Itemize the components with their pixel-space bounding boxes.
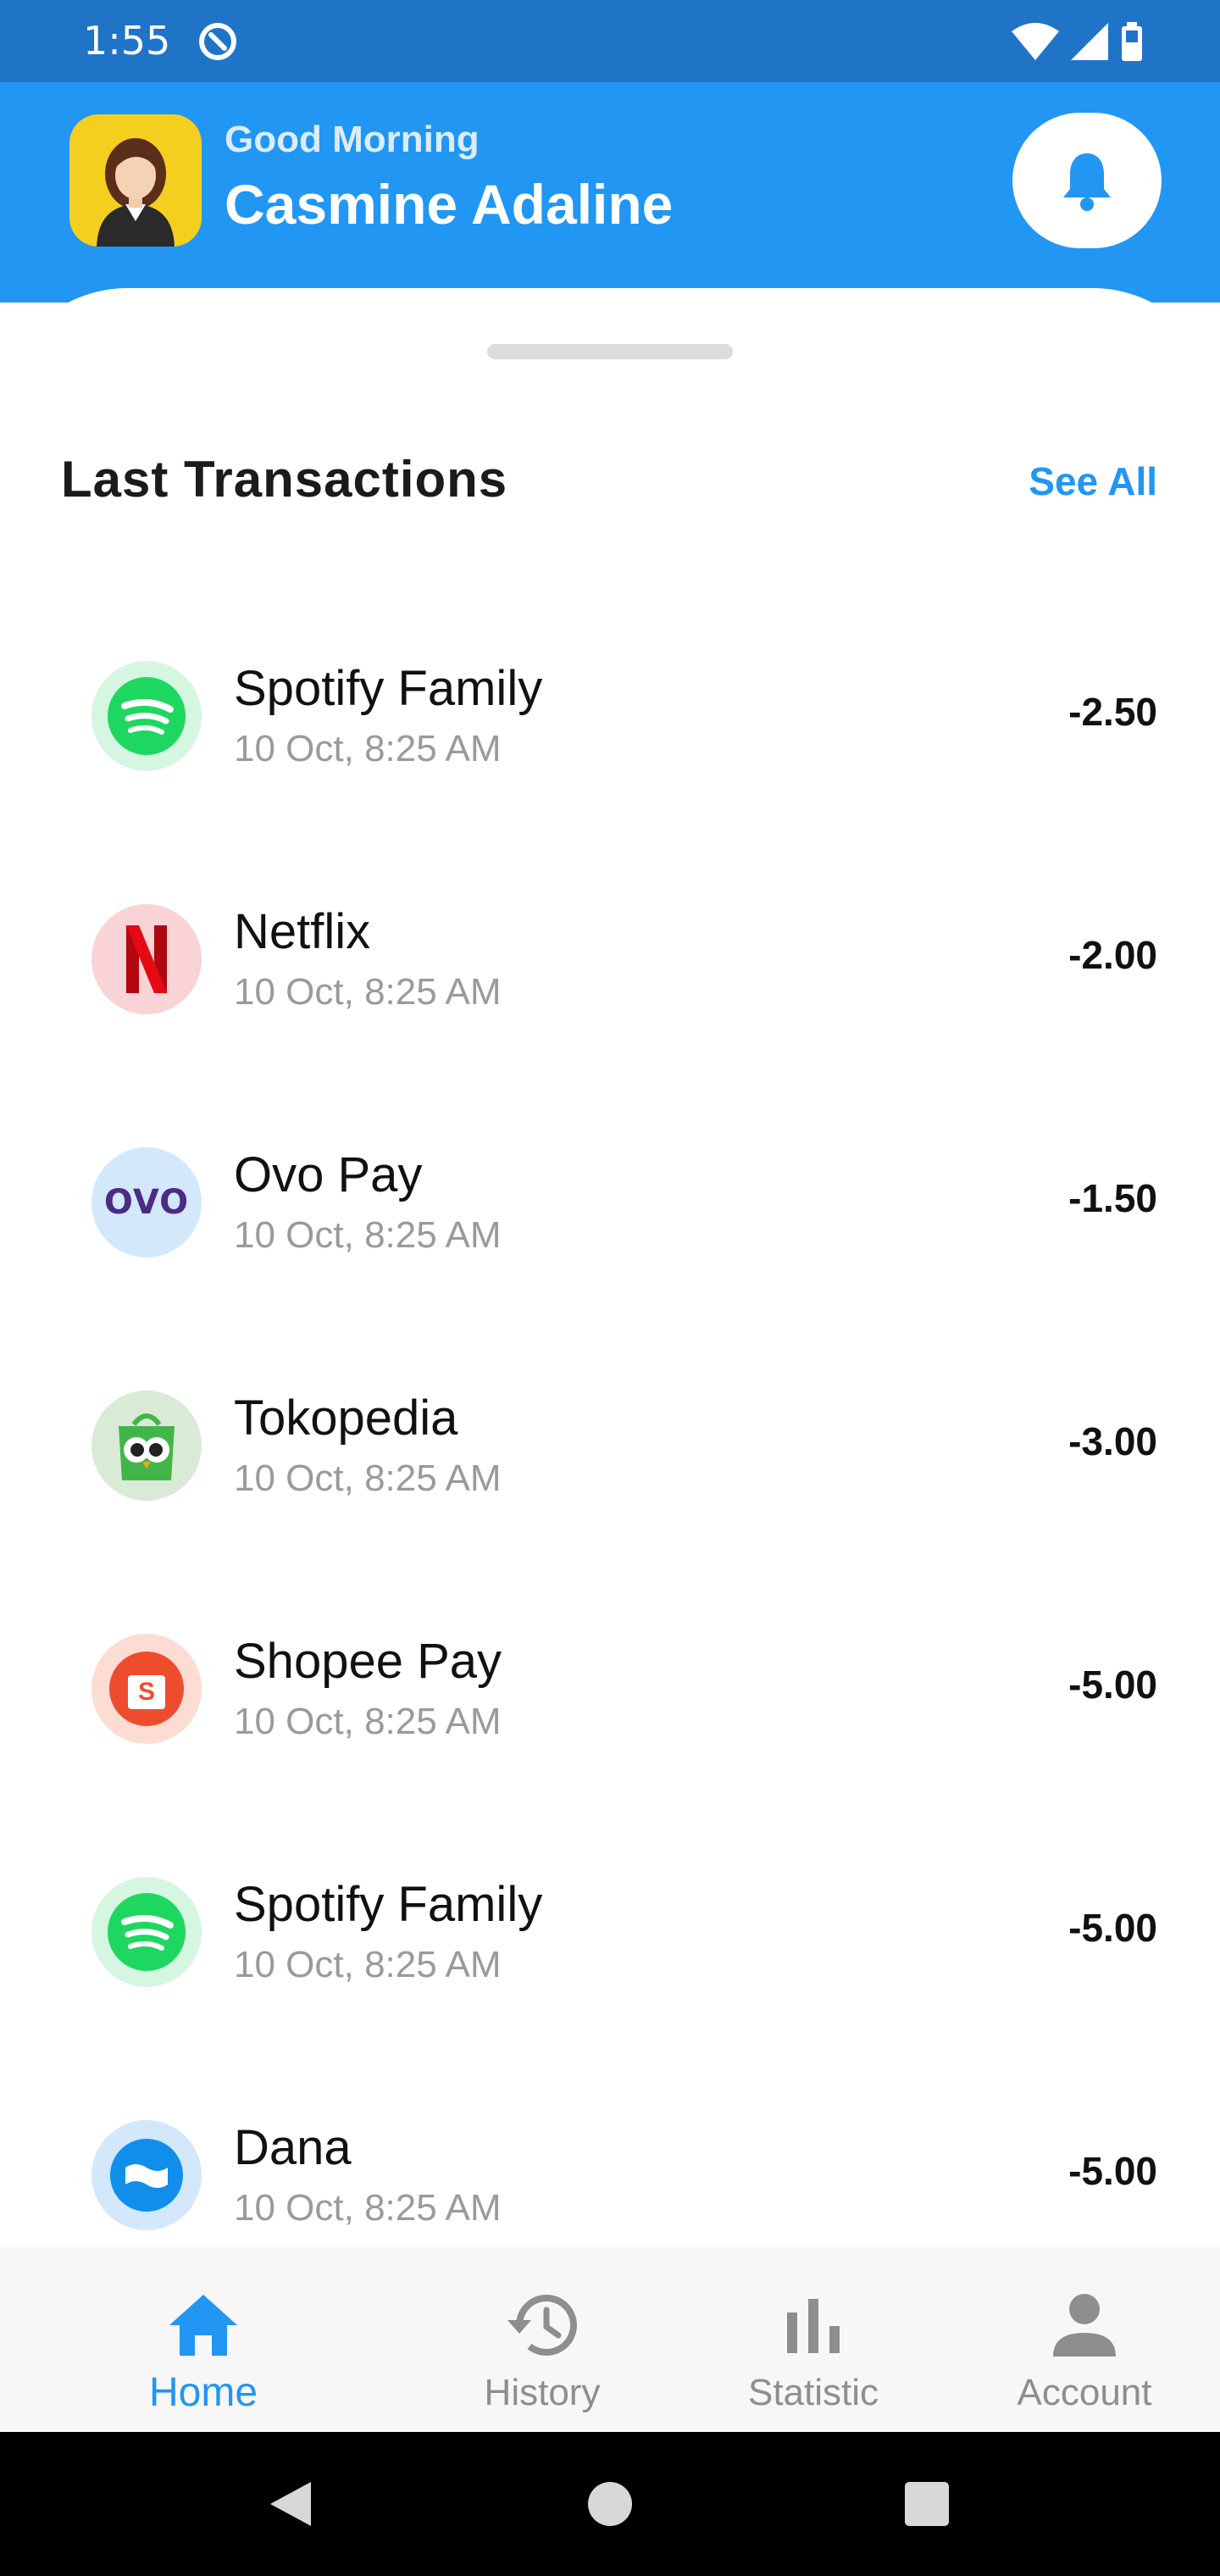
home-icon [164, 2286, 242, 2364]
transaction-date: 10 Oct, 8:25 AM [234, 971, 502, 1013]
drag-handle[interactable] [487, 344, 733, 359]
shopee-bag: S [109, 1652, 184, 1726]
bottom-nav: Home History Statistic Account [0, 2247, 1220, 2432]
status-icons [1012, 19, 1144, 64]
battery-icon [1122, 22, 1142, 61]
see-all-link[interactable]: See All [1029, 458, 1157, 505]
transaction-item[interactable]: S Shopee Pay 10 Oct, 8:25 AM -5.00 [0, 1566, 1220, 1809]
nav-statistic[interactable]: Statistic [737, 2247, 890, 2432]
history-icon [503, 2286, 581, 2364]
bar-chart-icon [774, 2286, 852, 2364]
transaction-name: Spotify Family [234, 1877, 543, 1932]
netflix-icon [92, 904, 202, 1014]
bell-icon [1063, 153, 1111, 211]
transaction-item[interactable]: OVO Ovo Pay 10 Oct, 8:25 AM -1.50 [0, 1080, 1220, 1323]
transaction-item[interactable]: Tokopedia 10 Oct, 8:25 AM -3.00 [0, 1323, 1220, 1566]
recents-icon[interactable] [901, 2479, 952, 2529]
transaction-amount: -5.00 [1068, 1906, 1157, 1950]
avatar[interactable] [69, 114, 202, 247]
tokopedia-icon [92, 1391, 202, 1501]
cell-signal-icon [1071, 23, 1108, 60]
back-icon[interactable] [264, 2479, 315, 2529]
nav-account[interactable]: Account [1008, 2247, 1161, 2432]
transaction-name: Shopee Pay [234, 1634, 502, 1689]
home-circle-icon[interactable] [585, 2479, 635, 2529]
nav-label: History [484, 2372, 601, 2413]
notification-button[interactable] [1012, 113, 1162, 248]
transaction-amount: -2.50 [1068, 690, 1157, 734]
status-time: 1:55 [83, 18, 171, 64]
transaction-name: Netflix [234, 904, 371, 959]
transaction-name: Spotify Family [234, 661, 543, 716]
transaction-date: 10 Oct, 8:25 AM [234, 1701, 502, 1742]
transaction-name: Ovo Pay [234, 1147, 423, 1202]
transaction-date: 10 Oct, 8:25 AM [234, 1457, 502, 1499]
transaction-amount: -5.00 [1068, 1663, 1157, 1707]
transaction-name: Tokopedia [234, 1391, 458, 1446]
transaction-date: 10 Oct, 8:25 AM [234, 1944, 502, 1985]
dana-icon [92, 2120, 202, 2230]
system-nav [0, 2432, 1220, 2576]
nav-label: Home [148, 2370, 258, 2415]
header: Good Morning Casmine Adaline [0, 82, 1220, 303]
transaction-name: Dana [234, 2120, 352, 2175]
transactions-sheet: Last Transactions See All Spotify Family… [0, 288, 1220, 2247]
transaction-amount: -1.50 [1068, 1176, 1157, 1220]
spotify-icon [92, 1877, 202, 1987]
user-avatar-icon [97, 138, 175, 247]
shopee-logo-text: S [137, 1678, 155, 1706]
transaction-amount: -2.00 [1068, 933, 1157, 977]
nav-home[interactable]: Home [127, 2247, 280, 2432]
section-title: Last Transactions [61, 451, 508, 508]
transaction-date: 10 Oct, 8:25 AM [234, 1214, 502, 1256]
transaction-item[interactable]: Spotify Family 10 Oct, 8:25 AM -2.50 [0, 593, 1220, 836]
app-indicator-icon [199, 23, 236, 60]
person-icon [1045, 2286, 1123, 2364]
transaction-amount: -5.00 [1068, 2149, 1157, 2193]
spotify-icon [92, 661, 202, 771]
ovo-icon: OVO [92, 1147, 202, 1257]
transaction-date: 10 Oct, 8:25 AM [234, 728, 502, 769]
transaction-item[interactable]: Netflix 10 Oct, 8:25 AM -2.00 [0, 836, 1220, 1080]
nav-history[interactable]: History [466, 2247, 618, 2432]
wifi-icon [1012, 23, 1059, 60]
transaction-item[interactable]: Spotify Family 10 Oct, 8:25 AM -5.00 [0, 1809, 1220, 2052]
user-name: Casmine Adaline [225, 173, 674, 236]
greeting-text: Good Morning [225, 119, 480, 160]
shopee-icon: S [92, 1634, 202, 1744]
nav-label: Account [1017, 2372, 1152, 2413]
nav-label: Statistic [747, 2372, 879, 2413]
ovo-logo-text: OVO [103, 1183, 190, 1222]
transaction-amount: -3.00 [1068, 1419, 1157, 1463]
shopee-bag-body: S [128, 1675, 165, 1709]
transaction-date: 10 Oct, 8:25 AM [234, 2187, 502, 2229]
status-bar: 1:55 [0, 0, 1220, 82]
